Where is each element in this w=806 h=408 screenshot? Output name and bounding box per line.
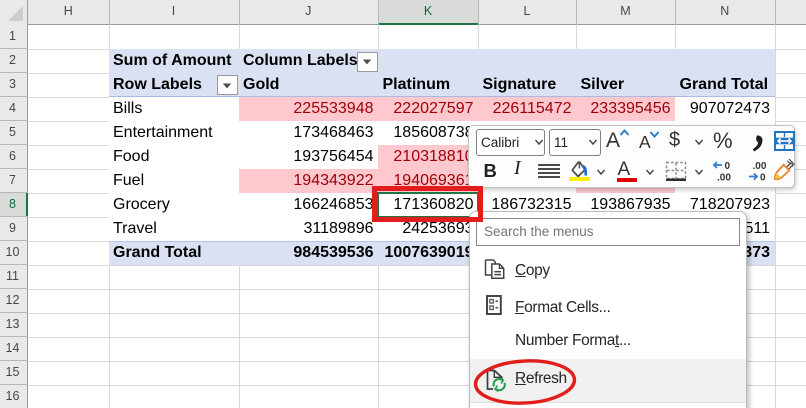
svg-text:.00: .00 <box>717 173 731 183</box>
svg-text:0: 0 <box>760 173 766 183</box>
svg-text:0: 0 <box>725 161 731 172</box>
svg-text:.00: .00 <box>753 161 767 172</box>
